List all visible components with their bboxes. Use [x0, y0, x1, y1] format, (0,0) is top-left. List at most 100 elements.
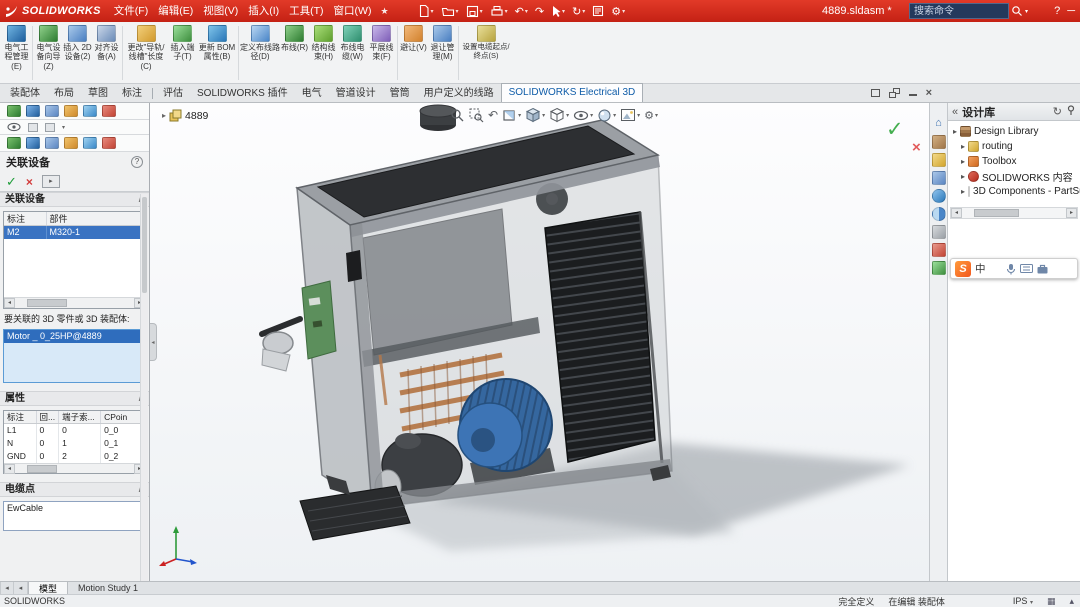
select-icon[interactable]: ▾ [548, 2, 568, 20]
zoom-area-icon[interactable] [469, 108, 484, 123]
tree-item-routing[interactable]: ▸ routing [948, 139, 1080, 154]
col-header[interactable]: 回... [36, 411, 59, 424]
tab-tubing[interactable]: 管筒 [383, 85, 417, 102]
undo-icon[interactable]: ↶▾ [512, 2, 531, 20]
expand-icon[interactable]: ▸ [961, 157, 965, 166]
view-orientation-icon[interactable]: ▾ [525, 107, 545, 123]
tab-electrical[interactable]: 电气 [295, 85, 329, 102]
ime-mode-indicator[interactable]: 中 [975, 261, 986, 276]
expand-icon[interactable]: ▸ [961, 172, 965, 181]
tab-layout[interactable]: 布局 [47, 85, 81, 102]
refresh-icon[interactable]: ↻ [1053, 105, 1062, 118]
table-row[interactable]: M2 M320-1 [4, 226, 145, 239]
view-settings-icon[interactable]: ⚙▾ [644, 109, 658, 122]
status-expand-icon[interactable]: ▴ [1069, 596, 1074, 607]
section-cable-points[interactable]: 电缆点∧ [0, 482, 149, 497]
section-properties[interactable]: 属性∧ [0, 391, 149, 406]
list-item-selected[interactable]: Motor _ 0_25HP@4889 [4, 330, 145, 343]
library-horizontal-scrollbar[interactable]: ◂ ▸ [950, 207, 1078, 219]
ew-manager-tab-icon[interactable] [102, 105, 116, 117]
new-document-icon[interactable]: ▾ [415, 2, 437, 20]
list-item[interactable]: EwCable [4, 502, 145, 515]
status-grid-icon[interactable]: ▦ [1047, 596, 1056, 607]
pm-help-icon[interactable]: ? [131, 156, 143, 168]
tab-solidworks-electrical-3d[interactable]: SOLIDWORKS Electrical 3D [501, 83, 644, 102]
col-header[interactable]: CPoin [101, 411, 145, 424]
tree-item-toolbox[interactable]: ▸ Toolbox [948, 154, 1080, 169]
tab-sketch[interactable]: 草图 [81, 85, 115, 102]
tab-piping[interactable]: 管道设计 [329, 85, 383, 102]
ew-components-tab-icon[interactable] [26, 137, 40, 149]
motion-study-tab[interactable]: Motion Study 1 [68, 582, 148, 594]
dimxpertmanager-tab-icon[interactable] [64, 105, 78, 117]
table-row[interactable]: L1 0 0 0_0 [4, 424, 145, 437]
menu-tools[interactable]: 工具(T) [284, 0, 328, 22]
col-header-part[interactable]: 部件 [46, 212, 145, 226]
ribbon-insert-2d-button[interactable]: 插入 2D 设备(2) [63, 24, 92, 62]
tabs-scroll-left-icon[interactable]: ◂ [14, 582, 28, 594]
doc-minimize-icon[interactable] [909, 90, 917, 96]
ew-cables-tab-icon[interactable] [45, 137, 59, 149]
custom-properties-tab-icon[interactable] [932, 225, 946, 239]
hide-show-items-icon[interactable]: ▾ [573, 110, 593, 121]
display-filter-icon[interactable] [28, 123, 38, 132]
open-document-icon[interactable]: ▾ [438, 2, 462, 20]
scroll-thumb[interactable] [27, 465, 57, 473]
ribbon-route-wires-button[interactable]: 布线(R) [280, 24, 309, 52]
view-palette-tab-icon[interactable] [932, 171, 946, 185]
assoc-horizontal-scrollbar[interactable]: ◂ ▸ [4, 297, 145, 308]
scene-illumination-tab-icon[interactable] [932, 207, 946, 221]
doc-restore-icon[interactable] [889, 88, 900, 98]
ribbon-avoid-button[interactable]: 避让(V) [399, 24, 428, 52]
ribbon-align-components-button[interactable]: 对齐设备(A) [92, 24, 121, 62]
menu-pin-icon[interactable]: ★ [376, 6, 392, 17]
redo-icon[interactable]: ↷ [532, 2, 547, 20]
ew-display-tab-icon[interactable] [83, 137, 97, 149]
scene-icon[interactable]: ▾ [620, 108, 640, 122]
tab-markup[interactable]: 标注 [115, 85, 149, 102]
ribbon-clearance-manager-button[interactable]: 退让管理(M) [428, 24, 457, 62]
tab-user-defined-routes[interactable]: 用户定义的线路 [417, 85, 501, 102]
window-minimize-icon[interactable]: ─ [1067, 5, 1075, 17]
col-header[interactable]: 标注 [4, 411, 36, 424]
table-row[interactable]: N 0 1 0_1 [4, 437, 145, 450]
model-tab[interactable]: 模型 [28, 582, 68, 594]
section-associated-devices[interactable]: 关联设备∧ [0, 192, 149, 207]
ribbon-route-cables-button[interactable]: 布线电缆(W) [338, 24, 367, 62]
ew-active-tab-icon[interactable] [102, 137, 116, 149]
unit-system[interactable]: IPS ▾ [1013, 596, 1033, 606]
scroll-thumb[interactable] [974, 209, 1019, 217]
doc-close-icon[interactable]: × [926, 88, 932, 98]
confirm-cancel-icon[interactable]: × [912, 139, 921, 156]
solidworks-resources-tab-icon[interactable]: ⌂ [932, 117, 946, 131]
ribbon-harness-button[interactable]: 结构线束(H) [309, 24, 338, 62]
propertymanager-tab-icon[interactable] [26, 105, 40, 117]
tab-evaluate[interactable]: 评估 [156, 85, 190, 102]
panel-splitter-handle[interactable]: ◂ [150, 323, 157, 361]
electrical-content-tab-icon[interactable] [932, 243, 946, 257]
expand-icon[interactable]: ▸ [961, 187, 965, 196]
ribbon-set-cable-endpoints-button[interactable]: 设置电缆起点/终点(S) [460, 24, 512, 61]
pm-cancel-icon[interactable]: × [26, 175, 33, 189]
menu-insert[interactable]: 插入(I) [243, 0, 284, 22]
file-explorer-tab-icon[interactable] [932, 153, 946, 167]
expand-icon[interactable]: ▸ [953, 127, 957, 136]
tab-assembly[interactable]: 装配体 [3, 85, 47, 102]
displaymanager-tab-icon[interactable] [83, 105, 97, 117]
ribbon-electrical-manager-button[interactable]: 电气工程管理(E) [2, 24, 31, 71]
pm-options-icon[interactable]: ▸ [42, 175, 60, 188]
help-icon[interactable]: ? [1054, 5, 1060, 17]
ribbon-define-route-path-button[interactable]: 定义布线路径(D) [240, 24, 280, 62]
appearances-tab-icon[interactable] [932, 189, 946, 203]
scroll-left-icon[interactable]: ◂ [951, 208, 962, 218]
ew-config-tab-icon[interactable] [64, 137, 78, 149]
ribbon-flatten-harness-button[interactable]: 平展线束(F) [367, 24, 396, 62]
print-icon[interactable]: ▾ [487, 2, 511, 20]
ribbon-change-rail-length-button[interactable]: 更改"导轨/线槽"长度(C) [124, 24, 168, 71]
confirm-ok-icon[interactable]: ✓ [886, 117, 904, 142]
collapse-pane-icon[interactable]: « [952, 106, 958, 118]
props-horizontal-scrollbar[interactable]: ◂ ▸ [4, 463, 145, 473]
save-icon[interactable]: ▾ [463, 2, 486, 20]
scroll-thumb[interactable] [27, 299, 67, 307]
display-style-icon[interactable]: ▾ [549, 107, 569, 123]
